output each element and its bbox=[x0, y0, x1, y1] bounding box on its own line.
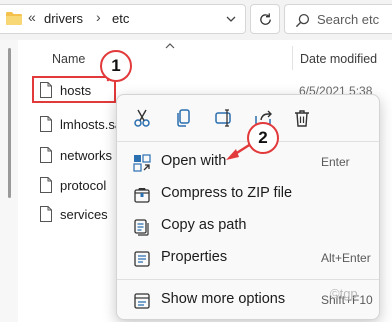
delete-icon[interactable] bbox=[291, 107, 313, 129]
file-icon bbox=[40, 147, 52, 163]
file-icon bbox=[40, 116, 52, 132]
file-icon bbox=[40, 206, 52, 222]
chevron-down-icon[interactable] bbox=[225, 13, 237, 25]
menu-item-copy-as-path[interactable]: Copy as path bbox=[117, 213, 379, 239]
file-row-services[interactable]: services bbox=[34, 202, 120, 228]
column-header-date-modified[interactable]: Date modified bbox=[300, 52, 377, 66]
refresh-icon bbox=[260, 13, 271, 25]
callout-badge-1: 1 bbox=[100, 50, 132, 82]
column-header-name[interactable]: Name bbox=[52, 52, 85, 66]
file-icon bbox=[40, 177, 52, 193]
breadcrumb-overflow[interactable]: « bbox=[28, 9, 36, 25]
breadcrumb-separator: › bbox=[96, 9, 101, 25]
menu-item-label: Copy as path bbox=[161, 217, 247, 233]
menu-item-label: Compress to ZIP file bbox=[161, 185, 293, 201]
more-options-icon bbox=[134, 293, 150, 309]
copy-icon[interactable] bbox=[173, 107, 195, 129]
menu-item-shortcut: Enter bbox=[321, 155, 350, 169]
address-bar[interactable]: « drivers › etc bbox=[0, 4, 246, 34]
title-bar: « drivers › etc Search etc bbox=[0, 0, 392, 40]
menu-item-label: Open with bbox=[161, 153, 227, 169]
breadcrumb-etc[interactable]: etc bbox=[112, 11, 129, 26]
menu-item-compress-zip[interactable]: Compress to ZIP file bbox=[117, 181, 379, 207]
rename-icon[interactable] bbox=[213, 107, 235, 129]
menu-item-label: Show more options bbox=[161, 291, 286, 307]
properties-icon bbox=[134, 251, 150, 267]
zip-icon bbox=[134, 188, 150, 203]
menu-item-open-with[interactable]: Open with Enter bbox=[117, 149, 379, 175]
file-name: networks bbox=[60, 148, 113, 163]
file-row-lmhosts[interactable]: lmhosts.sam bbox=[34, 112, 133, 138]
file-name: protocol bbox=[60, 178, 107, 193]
callout-badge-2: 2 bbox=[247, 122, 279, 154]
breadcrumb-drivers[interactable]: drivers bbox=[44, 11, 83, 26]
menu-item-label: Properties bbox=[161, 249, 228, 265]
search-box[interactable]: Search etc bbox=[284, 4, 392, 34]
navigation-pane[interactable] bbox=[0, 40, 18, 322]
menu-separator bbox=[117, 279, 379, 280]
menu-item-properties[interactable]: Properties Alt+Enter bbox=[117, 245, 379, 271]
column-divider[interactable] bbox=[292, 46, 293, 70]
callout-number: 2 bbox=[258, 128, 268, 147]
copy-path-icon bbox=[134, 219, 149, 236]
open-with-icon bbox=[133, 154, 151, 172]
sort-ascending-icon bbox=[165, 43, 175, 49]
refresh-button[interactable] bbox=[250, 4, 280, 34]
menu-item-shortcut: Alt+Enter bbox=[321, 251, 371, 265]
cut-icon[interactable] bbox=[131, 107, 153, 129]
nav-scrollbar[interactable] bbox=[8, 48, 11, 198]
watermark: ©tgp bbox=[330, 286, 358, 301]
selected-file-highlight bbox=[32, 76, 116, 103]
search-placeholder: Search etc bbox=[317, 12, 380, 27]
callout-number: 1 bbox=[111, 56, 121, 75]
file-row-protocol[interactable]: protocol bbox=[34, 173, 120, 199]
folder-icon bbox=[6, 12, 22, 25]
file-name: services bbox=[60, 207, 108, 222]
search-icon bbox=[295, 13, 310, 28]
file-row-networks[interactable]: networks bbox=[34, 143, 120, 169]
